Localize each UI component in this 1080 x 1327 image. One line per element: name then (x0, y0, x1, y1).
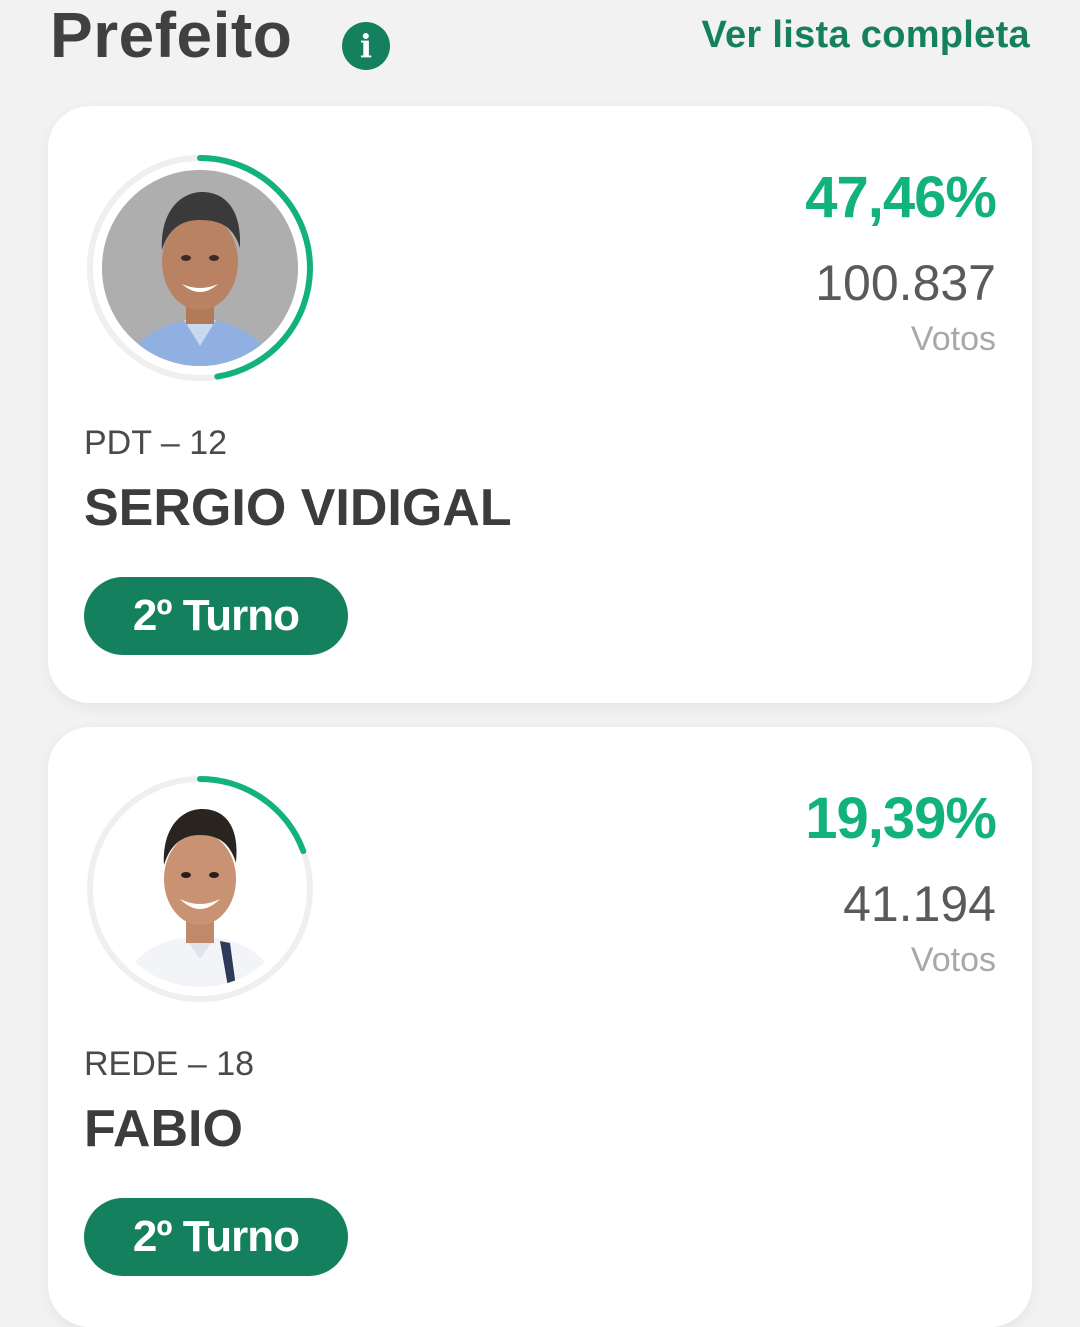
candidate-name: SERGIO VIDIGAL (84, 479, 512, 537)
vote-percentage: 19,39% (805, 786, 997, 851)
candidate-card[interactable]: 47,46% 100.837 Votos PDT – 12 SERGIO VID… (48, 106, 1032, 703)
votes-label: Votos (910, 320, 996, 358)
candidate-card[interactable]: 19,39% 41.194 Votos REDE – 18 FABIO 2º T… (48, 727, 1032, 1327)
party-number: REDE – 18 (84, 1045, 255, 1083)
vote-count: 41.194 (843, 876, 996, 932)
candidate-avatar (84, 773, 316, 1005)
info-icon[interactable]: i (342, 22, 390, 70)
candidate-name: FABIO (84, 1100, 243, 1158)
candidate-avatar (84, 152, 316, 384)
round-badge: 2º Turno (84, 1198, 348, 1276)
votes-label: Votos (910, 941, 996, 979)
header: Prefeito i Ver lista completa (0, 0, 1080, 90)
vote-count: 100.837 (815, 255, 996, 311)
page-title: Prefeito (50, 0, 293, 71)
party-number: PDT – 12 (84, 424, 228, 462)
candidate-photo (102, 791, 298, 987)
candidate-photo (102, 170, 298, 366)
round-badge: 2º Turno (84, 577, 348, 655)
vote-percentage: 47,46% (805, 165, 997, 230)
view-full-list-link[interactable]: Ver lista completa (701, 14, 1030, 57)
